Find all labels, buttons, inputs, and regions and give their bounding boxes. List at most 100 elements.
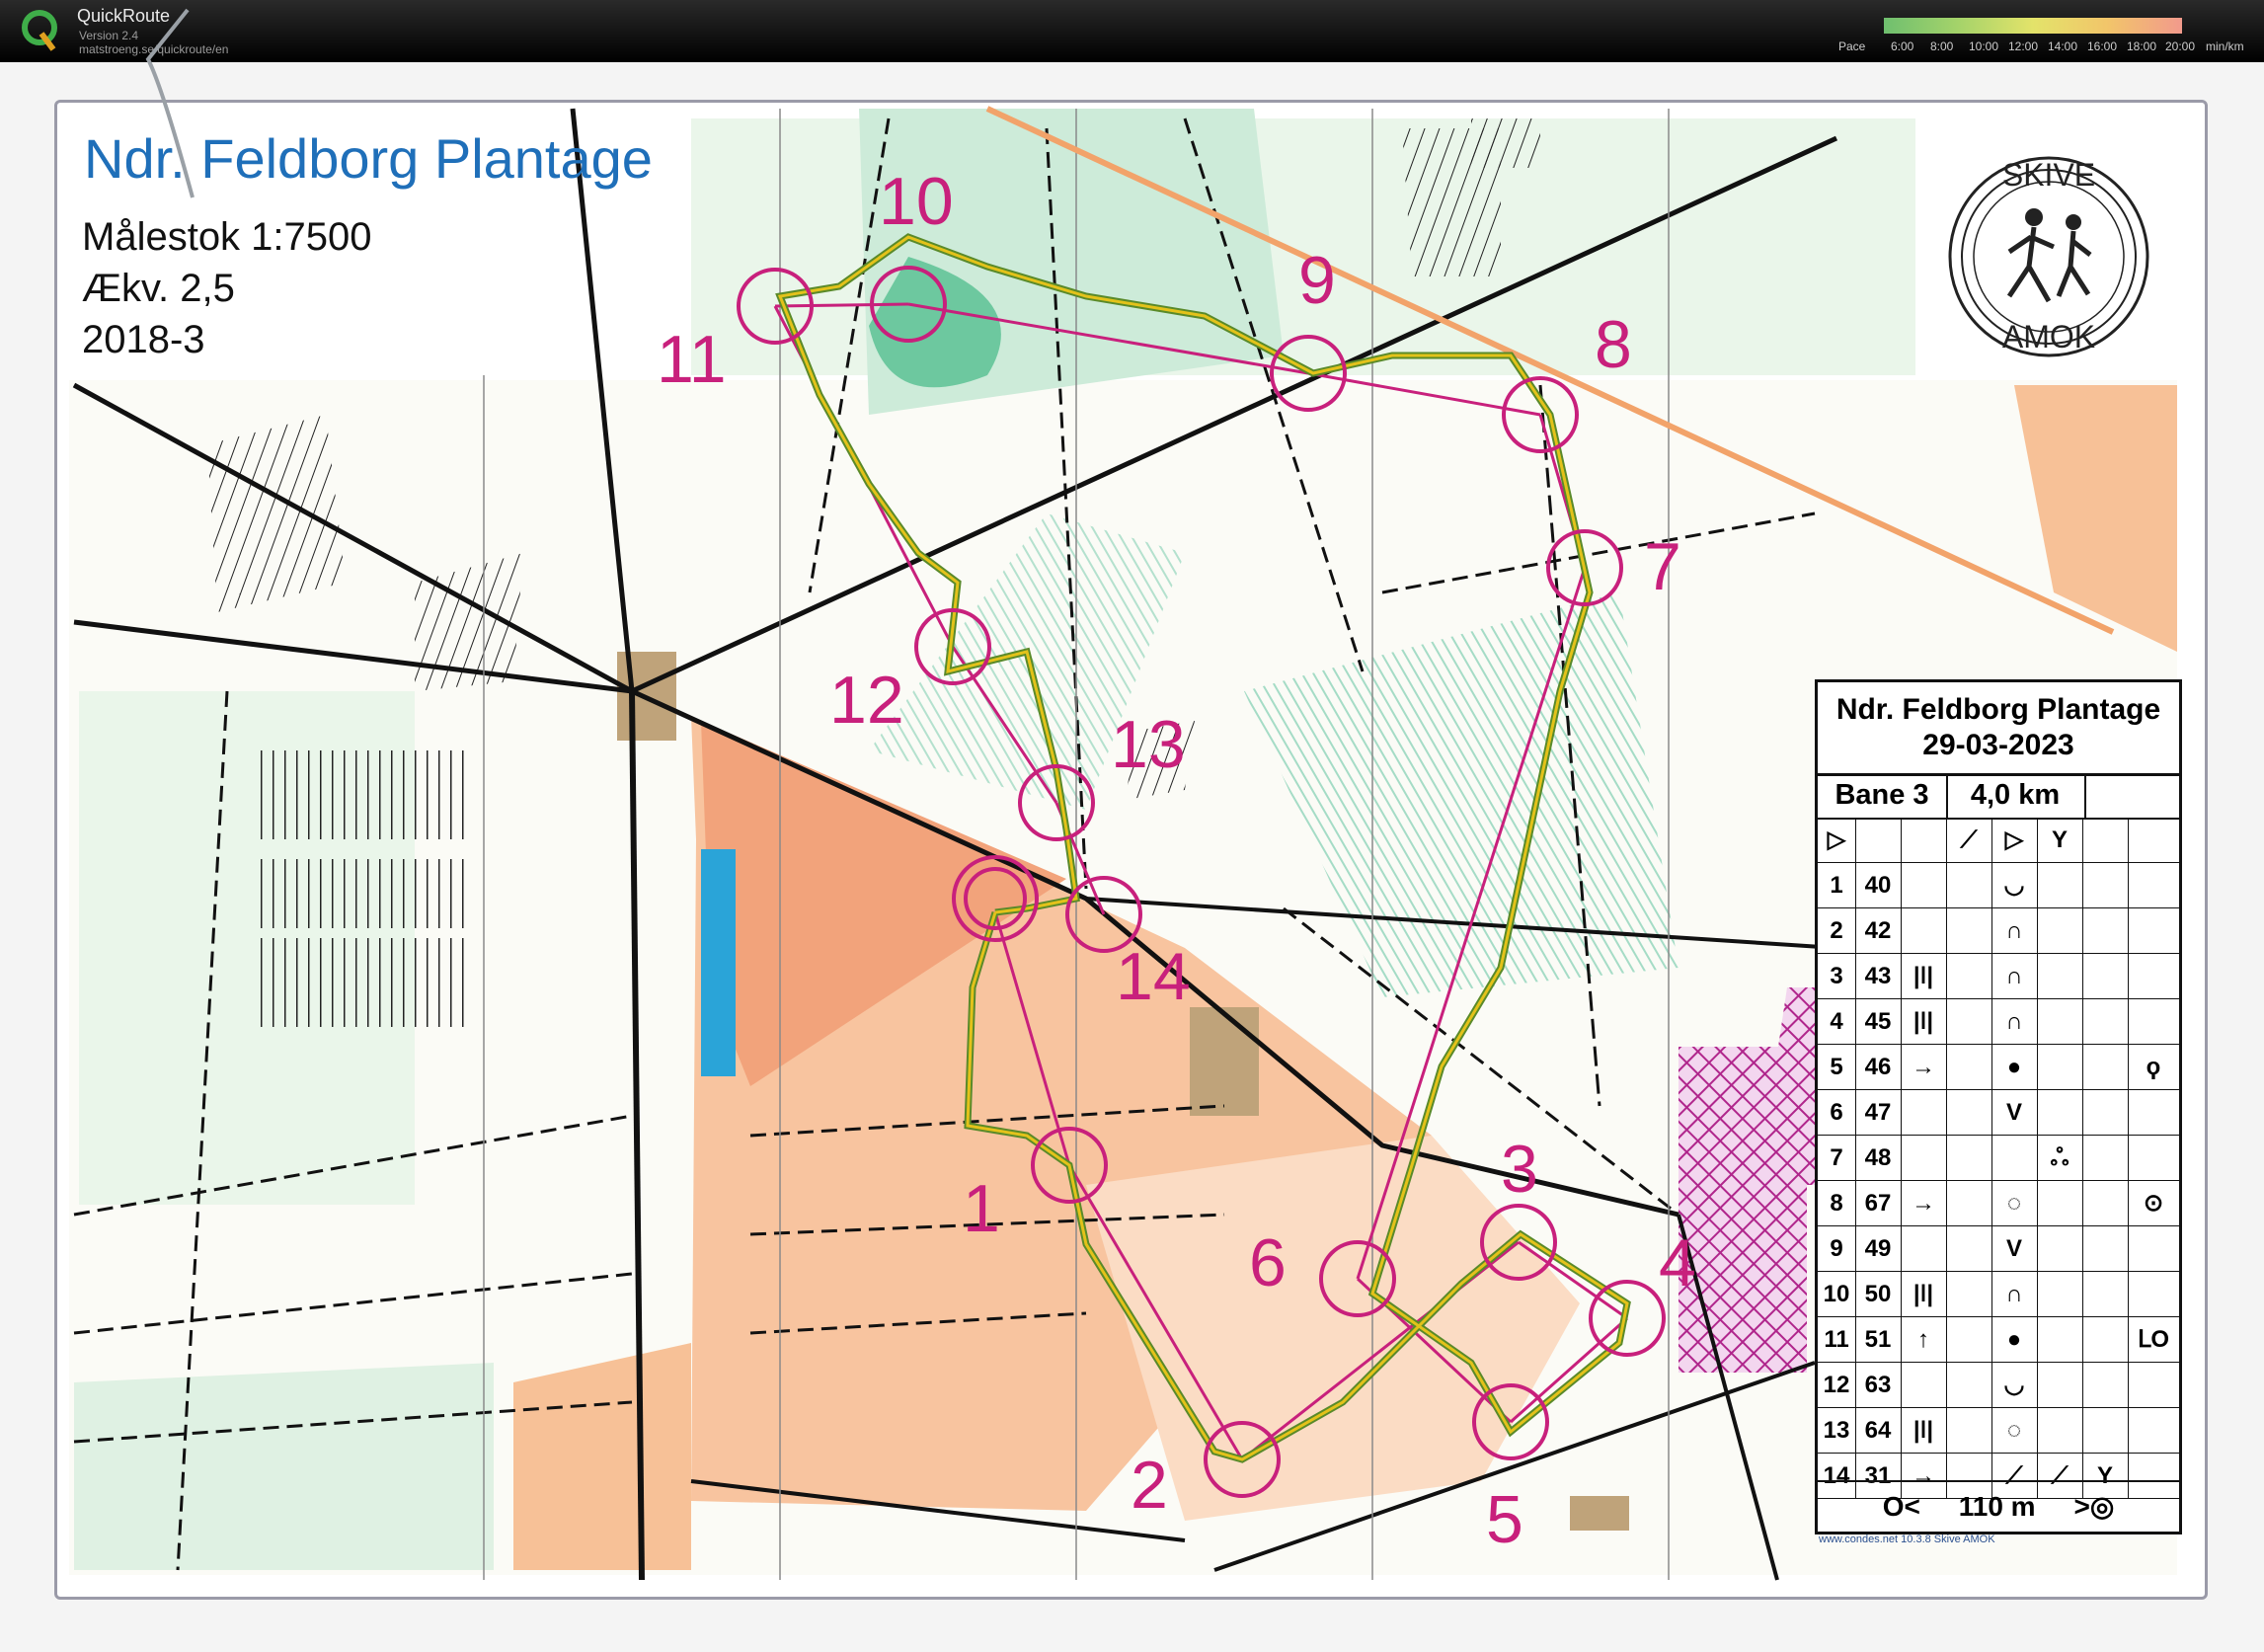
- description-row: 11 51 ↑ ● ᒪO: [1818, 1317, 2179, 1363]
- control-label: 3: [1501, 1132, 1538, 1207]
- desc-cell-n: 7: [1818, 1136, 1856, 1180]
- desc-cell-c4: [1946, 1136, 1992, 1180]
- start-symbol: ▷: [1818, 818, 1856, 862]
- desc-cell-c3: |ǀ|: [1901, 1272, 1947, 1316]
- desc-cell-code: 43: [1855, 954, 1902, 998]
- desc-cell-c3: [1901, 1090, 1947, 1135]
- desc-cell-n: 1: [1818, 863, 1856, 907]
- desc-cell-feature: ●: [1991, 1045, 2038, 1089]
- desc-cell-c7: [2082, 1136, 2129, 1180]
- desc-cell: [1901, 818, 1947, 862]
- desc-cell-c6: [2037, 1045, 2083, 1089]
- desc-cell-c4: [1946, 1045, 1992, 1089]
- description-row: 1 40 ◡: [1818, 863, 2179, 908]
- desc-cell-feature: [1991, 1136, 2038, 1180]
- desc-cell-c7: [2082, 1226, 2129, 1271]
- club-logo: SKIVE AMOK: [1920, 138, 2177, 375]
- desc-cell-c6: [2037, 999, 2083, 1044]
- control-label: 1: [963, 1171, 1000, 1246]
- desc-cell-code: 48: [1855, 1136, 1902, 1180]
- description-rows: ▷ ⟋ ▷ Y 1 40 ◡ 2 42 ∩ 3 43 |ǀ| ∩ 4 45 |ǀ| ∩ 5 46 → ● ϙ 6 47 V…: [1818, 818, 2179, 1499]
- desc-cell-c8: ϙ: [2146, 1054, 2161, 1080]
- finish-right-symbol: >◎: [2073, 1491, 2115, 1522]
- description-row: 5 46 → ● ϙ: [1818, 1045, 2179, 1090]
- desc-cell: [2128, 818, 2179, 862]
- control-label: 5: [1486, 1482, 1523, 1557]
- desc-cell-feature: ●: [1991, 1317, 2038, 1362]
- desc-cell-n: 10: [1818, 1272, 1856, 1316]
- desc-cell-c7: [2082, 1408, 2129, 1453]
- desc-cell-feature: ∩: [1991, 908, 2038, 953]
- control-label: 2: [1131, 1448, 1168, 1523]
- description-row: 8 67 → ◌ ⊙: [1818, 1181, 2179, 1226]
- desc-cell-n: 2: [1818, 908, 1856, 953]
- desc-cell-code: 63: [1855, 1363, 1902, 1407]
- desc-cell-c8: [2128, 1408, 2179, 1453]
- desc-cell-c3: →: [1901, 1181, 1947, 1225]
- desc-cell-feature: ∩: [1991, 1272, 2038, 1316]
- description-header: Ndr. Feldborg Plantage 29-03-2023: [1818, 682, 2179, 776]
- control-label: 4: [1659, 1225, 1696, 1300]
- desc-cell-c7: [2082, 1090, 2129, 1135]
- map-equidistance: Ækv. 2,5: [82, 267, 235, 310]
- desc-cell-c6: [2037, 954, 2083, 998]
- desc-cell-n: 5: [1818, 1045, 1856, 1089]
- description-row: 2 42 ∩: [1818, 908, 2179, 954]
- condes-credit: www.condes.net 10.3.8 Skive AMOK: [1819, 1534, 1995, 1545]
- desc-cell: [2082, 818, 2129, 862]
- runners-icon: SKIVE AMOK: [1948, 156, 2149, 357]
- desc-cell-code: 50: [1855, 1272, 1902, 1316]
- control-label: 13: [1111, 707, 1186, 782]
- desc-cell-c8: ⊙: [2143, 1190, 2164, 1217]
- description-row: 13 64 |ǀ| ◌: [1818, 1408, 2179, 1454]
- desc-cell-c4: [1946, 1226, 1992, 1271]
- desc-cell-c6: [2037, 1181, 2083, 1225]
- desc-cell-n: 11: [1818, 1317, 1856, 1362]
- desc-cell-c7: [2082, 1363, 2129, 1407]
- desc-cell-code: 40: [1855, 863, 1902, 907]
- desc-cell-c7: [2082, 1045, 2129, 1089]
- desc-cell-c4: [1946, 863, 1992, 907]
- desc-cell-c3: |ǀ|: [1901, 1408, 1947, 1453]
- desc-cell-c6: [2037, 908, 2083, 953]
- desc-cell-code: 49: [1855, 1226, 1902, 1271]
- desc-cell-c6: [2037, 1363, 2083, 1407]
- desc-cell-n: 3: [1818, 954, 1856, 998]
- control-label: 12: [829, 663, 904, 738]
- desc-cell-c6: [2037, 1317, 2083, 1362]
- course-name: Bane 3: [1818, 773, 1948, 818]
- desc-cell-c6: [2037, 863, 2083, 907]
- desc-cell-code: 64: [1855, 1408, 1902, 1453]
- desc-cell-code: 45: [1855, 999, 1902, 1044]
- start-feature: ▷: [1991, 818, 2038, 862]
- desc-cell-c4: [1946, 999, 1992, 1044]
- map-code: 2018-3: [82, 318, 205, 361]
- control-label: 14: [1116, 939, 1191, 1014]
- desc-cell-code: 67: [1855, 1181, 1902, 1225]
- desc-cell-c3: [1901, 908, 1947, 953]
- desc-cell-n: 12: [1818, 1363, 1856, 1407]
- desc-cell-feature: ◌: [1991, 1181, 2038, 1225]
- desc-cell-c3: [1901, 1226, 1947, 1271]
- desc-cell-c8: [2128, 863, 2179, 907]
- desc-cell-c3: →: [1901, 1045, 1947, 1089]
- desc-cell-feature: V: [1991, 1090, 2038, 1135]
- description-start-row: ▷ ⟋ ▷ Y: [1818, 818, 2179, 863]
- desc-cell-c8: [2128, 999, 2179, 1044]
- desc-cell: [1855, 818, 1902, 862]
- desc-cell-n: 6: [1818, 1090, 1856, 1135]
- desc-cell-feature: ∩: [1991, 999, 2038, 1044]
- desc-cell-c3: ↑: [1901, 1317, 1947, 1362]
- desc-cell-c6: [2037, 1090, 2083, 1135]
- desc-cell-c7: [2082, 999, 2129, 1044]
- map-title: Ndr. Feldborg Plantage: [84, 127, 653, 190]
- description-row: 12 63 ◡: [1818, 1363, 2179, 1408]
- club-logo-top-text: SKIVE: [2002, 157, 2095, 193]
- desc-cell-c3: [1901, 1363, 1947, 1407]
- description-row: 7 48 ஃ: [1818, 1136, 2179, 1181]
- desc-cell-c7: [2082, 1272, 2129, 1316]
- desc-cell-c3: |ǀ|: [1901, 999, 1947, 1044]
- desc-cell-code: 47: [1855, 1090, 1902, 1135]
- desc-cell-c4: [1946, 1363, 1992, 1407]
- desc-cell-c3: [1901, 1136, 1947, 1180]
